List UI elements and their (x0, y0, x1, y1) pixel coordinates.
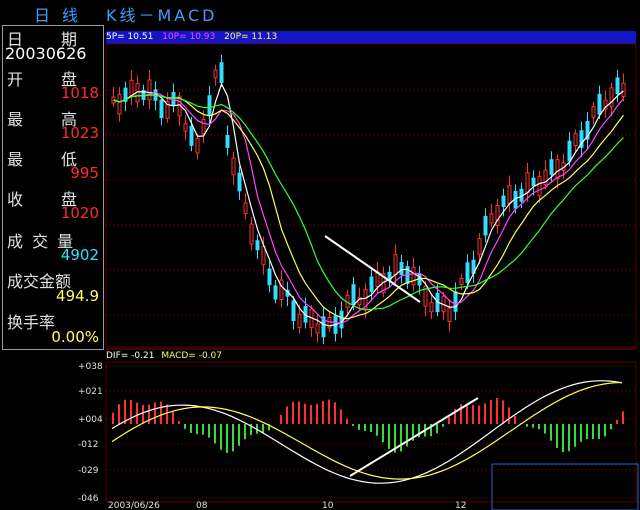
candle-body (315, 323, 320, 334)
macd-y-tick-label: -012 (78, 440, 98, 450)
macd-y-tick-label: -029 (78, 466, 99, 476)
candle-body (339, 310, 344, 329)
ma5-line (113, 82, 624, 327)
macd-y-tick-label: +004 (78, 415, 103, 425)
candle-body (525, 172, 530, 194)
candle-body (255, 240, 260, 251)
candle-body (279, 279, 284, 300)
candle-body (615, 77, 620, 95)
candle-body (159, 99, 164, 119)
trend-line-macd (349, 397, 479, 477)
candle-body (621, 82, 626, 97)
x-tick-label: 2003/06/26 (108, 501, 160, 510)
candle-body (369, 276, 374, 292)
candle-body (219, 62, 224, 84)
candle-body (189, 125, 194, 146)
candle-body (117, 93, 122, 115)
candle-body (597, 93, 602, 115)
candle-body (477, 238, 482, 255)
candle-body (537, 176, 542, 197)
candle-body (213, 69, 218, 79)
candle-body (489, 213, 494, 224)
candle-body (459, 277, 464, 285)
candle-body (261, 245, 266, 266)
x-tick-label: 10 (322, 501, 334, 510)
candle-body (429, 302, 434, 313)
candle-body (195, 138, 200, 154)
candle-body (297, 313, 302, 328)
candle-body (183, 123, 188, 132)
candle-body (399, 262, 404, 275)
candle-body (501, 195, 506, 207)
macd-y-tick-label: +038 (78, 362, 103, 372)
candle-body (273, 285, 278, 300)
candle-body (207, 95, 212, 116)
candle-body (267, 268, 272, 286)
candle-body (507, 185, 512, 204)
candle-body (291, 300, 296, 322)
candle-body (243, 202, 248, 214)
candle-body (483, 216, 488, 236)
candle-body (237, 172, 242, 192)
candle-body (453, 291, 458, 312)
candle-body (201, 118, 206, 135)
x-tick-label: 08 (196, 501, 208, 510)
candle-body (531, 177, 536, 187)
candle-body (225, 135, 230, 148)
candle-body (465, 262, 470, 283)
macd-y-tick-label: +021 (78, 387, 103, 397)
x-tick-label: 12 (455, 501, 466, 510)
candle-body (147, 79, 152, 101)
macd-y-tick-label: -046 (78, 494, 99, 504)
candle-body (231, 157, 236, 176)
main-chart-frame (105, 43, 637, 348)
candle-body (393, 254, 398, 275)
candlestick-macd-chart[interactable]: +038 +021 +004 -012 -029 -046 2003/06/26 08 10 12 (0, 0, 640, 510)
candle-body (573, 133, 578, 147)
candle-body (567, 140, 572, 162)
candle-body (555, 159, 560, 180)
candle-body (549, 159, 554, 175)
candle-body (249, 223, 254, 245)
candle-body (411, 266, 416, 286)
overlay-box (491, 463, 639, 510)
candle-body (129, 79, 134, 97)
candle-body (591, 106, 596, 118)
candle-body (447, 307, 452, 323)
candle-body (351, 284, 356, 306)
